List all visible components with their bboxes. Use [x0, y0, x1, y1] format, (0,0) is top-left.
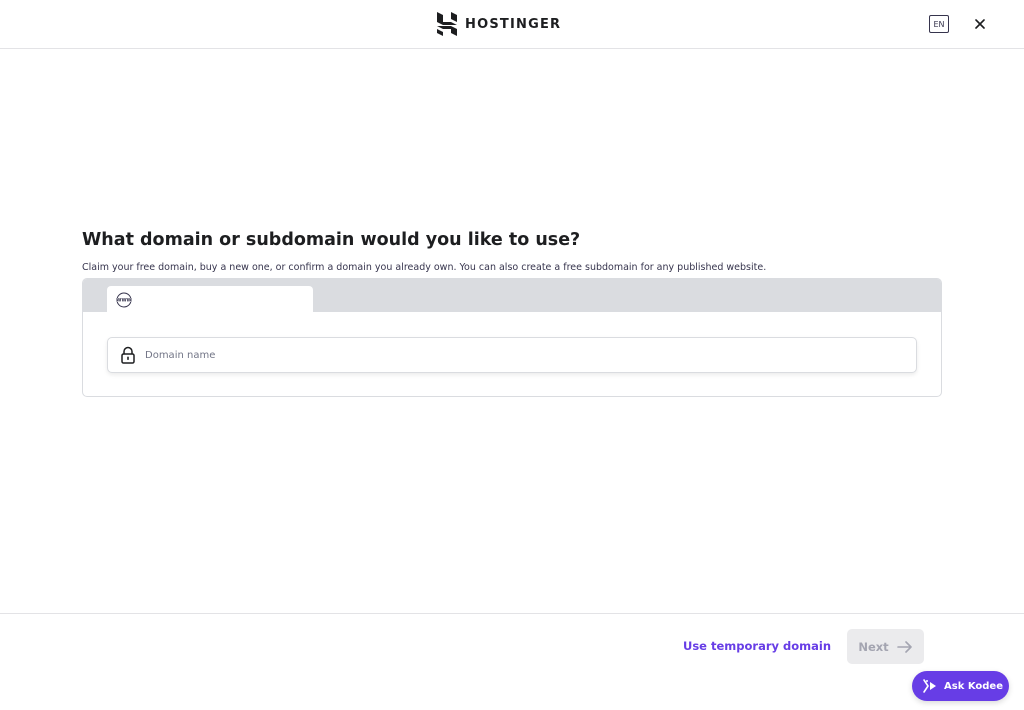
arrow-right-icon: [896, 640, 912, 653]
lock-icon: [121, 346, 135, 364]
ask-kodee-label: Ask Kodee: [944, 680, 1003, 692]
brand-name: HOSTINGER: [465, 16, 562, 32]
ask-kodee-button[interactable]: Ask Kodee: [912, 671, 1009, 701]
next-button[interactable]: Next: [847, 629, 924, 664]
brand-logo[interactable]: HOSTINGER: [437, 12, 561, 36]
domain-field: [107, 337, 917, 373]
tab-www[interactable]: WWW: [107, 286, 313, 313]
top-bar: HOSTINGER EN: [0, 0, 1024, 49]
hostinger-logo-icon: [437, 12, 457, 36]
www-globe-icon: WWW: [116, 292, 132, 307]
language-selector[interactable]: EN: [929, 15, 949, 33]
page-title: What domain or subdomain would you like …: [82, 230, 581, 250]
domain-name-input[interactable]: [145, 349, 905, 361]
domain-card: WWW: [82, 278, 942, 397]
close-button[interactable]: [972, 16, 988, 32]
use-temporary-domain-link[interactable]: Use temporary domain: [683, 639, 831, 653]
kodee-icon: [923, 679, 936, 693]
svg-text:WWW: WWW: [116, 297, 131, 303]
close-icon: [975, 19, 985, 29]
page-description: Claim your free domain, buy a new one, o…: [82, 262, 767, 273]
next-button-label: Next: [858, 639, 889, 654]
domain-tabs: WWW: [83, 279, 941, 313]
